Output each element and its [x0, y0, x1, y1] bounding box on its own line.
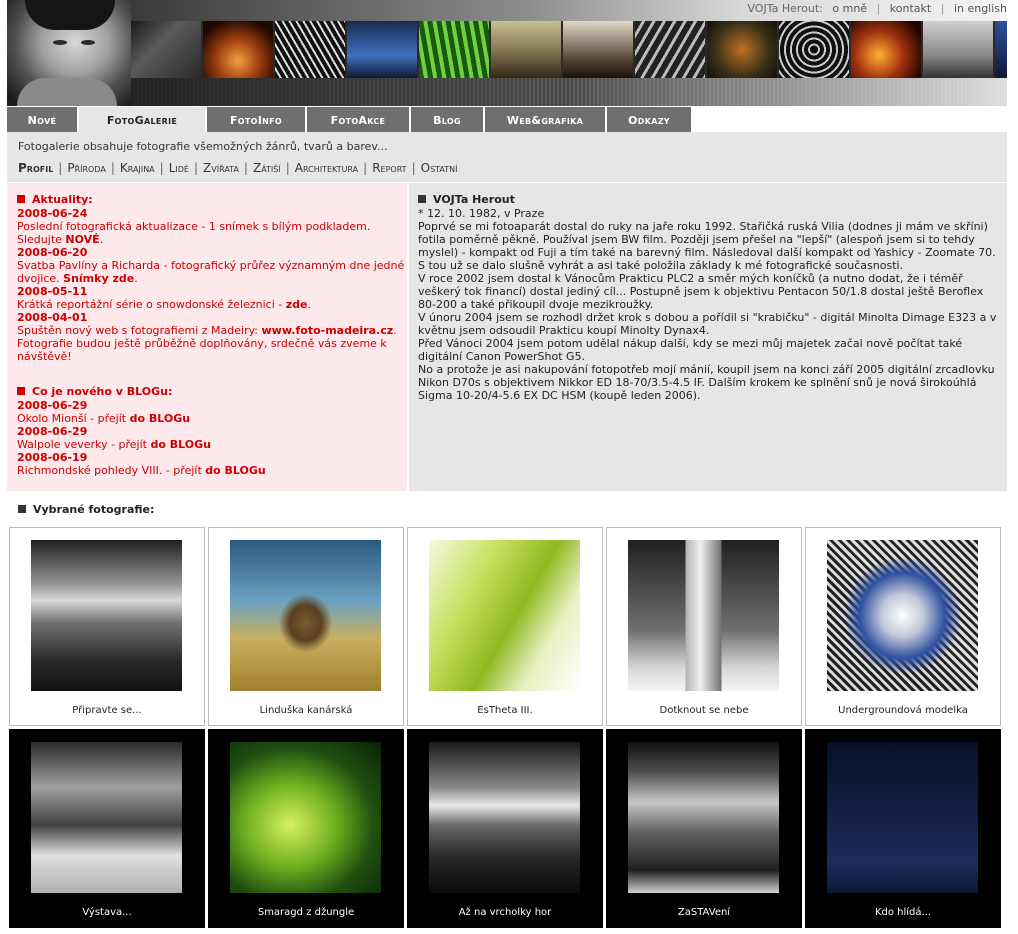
- photo-thumbnail[interactable]: [628, 742, 779, 893]
- portrait-photo: [7, 0, 131, 106]
- owner-label: VOJTa Herout:: [747, 2, 823, 15]
- bullet-square-icon: [418, 195, 426, 203]
- blog-item: Okolo Mionší - přejít do BLOGu: [17, 412, 191, 425]
- bio-paragraph: V roce 2002 jsem dostal k Vánocům Prakti…: [418, 272, 984, 311]
- news-link[interactable]: zde: [286, 298, 308, 311]
- blog-link[interactable]: do BLOGu: [150, 438, 210, 451]
- news-link[interactable]: NOVÉ: [65, 233, 99, 246]
- header-bottom-pattern: [131, 78, 1007, 106]
- photo-caption[interactable]: Kdo hlídá...: [806, 907, 1000, 918]
- gallery-title: Vybrané fotografie:: [18, 503, 154, 516]
- gallery-item[interactable]: ZaSTAVení: [606, 729, 802, 928]
- photo-caption[interactable]: EsTheta III.: [408, 705, 602, 716]
- news-link[interactable]: www.foto-madeira.cz: [262, 324, 394, 337]
- cat-zvirata[interactable]: Zvířata: [203, 161, 239, 175]
- news-date: 2008-04-01: [17, 311, 88, 324]
- bullet-square-icon: [17, 387, 25, 395]
- news-item: Svatba Pavlíny a Richarda - fotografický…: [17, 259, 405, 285]
- tab-nove[interactable]: Nové: [7, 107, 79, 132]
- news-item: Poslední fotografická aktualizace - 1 sn…: [17, 220, 371, 246]
- tab-webgrafika[interactable]: Web&grafika: [485, 107, 607, 132]
- bio-paragraph: V únoru 2004 jsem se rozhodl držet krok …: [418, 311, 997, 337]
- bio-paragraph: * 12. 10. 1982, v Praze: [418, 207, 545, 220]
- blog-date: 2008-06-29: [17, 425, 88, 438]
- photo-caption[interactable]: Dotknout se nebe: [607, 705, 801, 716]
- gallery-item[interactable]: Linduška kanárská: [208, 527, 404, 726]
- bullet-square-icon: [18, 505, 26, 513]
- gallery-item[interactable]: Až na vrcholky hor: [407, 729, 603, 928]
- bullet-square-icon: [17, 195, 25, 203]
- cat-zatisi[interactable]: Zátiší: [253, 161, 281, 175]
- news-item: Krátká reportážní série o snowdonské žel…: [17, 298, 311, 311]
- news-link[interactable]: Snímky zde: [63, 272, 134, 285]
- link-contact[interactable]: kontakt: [890, 2, 931, 15]
- photo-thumbnail[interactable]: [628, 540, 779, 691]
- cat-krajina[interactable]: Krajina: [120, 161, 155, 175]
- cat-lide[interactable]: Lidé: [169, 161, 189, 175]
- gallery-item[interactable]: Připravte se...: [9, 527, 205, 726]
- tab-fotoakce[interactable]: FotoAkce: [307, 107, 411, 132]
- gallery-item[interactable]: Kdo hlídá...: [805, 729, 1001, 928]
- blog-link[interactable]: do BLOGu: [205, 464, 265, 477]
- news-date: 2008-05-11: [17, 285, 88, 298]
- photo-thumbnail[interactable]: [429, 540, 580, 691]
- photo-caption[interactable]: Připravte se...: [10, 705, 204, 716]
- photo-thumbnail[interactable]: [230, 540, 381, 691]
- photo-thumbnail[interactable]: [827, 540, 978, 691]
- photo-caption[interactable]: Výstava...: [10, 907, 204, 918]
- cat-ostatni[interactable]: Ostatní: [421, 161, 458, 175]
- bio-title: VOJTa Herout: [418, 193, 997, 207]
- gallery-item[interactable]: Výstava...: [9, 729, 205, 928]
- news-date: 2008-06-20: [17, 246, 88, 259]
- photo-thumbnail[interactable]: [31, 540, 182, 691]
- cat-profil[interactable]: Profil: [18, 161, 53, 175]
- news-section: Aktuality: 2008-06-24 Poslední fotografi…: [17, 193, 407, 363]
- news-item: Spuštěn nový web s fotografiemi z Madeir…: [17, 324, 397, 363]
- blog-date: 2008-06-19: [17, 451, 88, 464]
- tab-blog[interactable]: Blog: [411, 107, 485, 132]
- gallery-item[interactable]: Dotknout se nebe: [606, 527, 802, 726]
- gallery-item[interactable]: Undergroundová modelka: [805, 527, 1001, 726]
- main-nav: Nové FotoGalerie FotoInfo FotoAkce Blog …: [7, 107, 1007, 134]
- link-english[interactable]: in english: [954, 2, 1007, 15]
- tab-fotoinfo[interactable]: FotoInfo: [207, 107, 307, 132]
- blog-item: Walpole veverky - přejít do BLOGu: [17, 438, 211, 451]
- category-menu: Profil | Příroda | Krajina | Lidé | Zvířata | Záti…: [18, 161, 458, 175]
- news-heading: Aktuality:: [17, 193, 407, 207]
- bio-panel: VOJTa Herout * 12. 10. 1982, v Praze Pop…: [409, 183, 1007, 491]
- blog-link[interactable]: do BLOGu: [130, 412, 190, 425]
- bio-paragraph: Před Vánoci 2004 jsem potom udělal nákup…: [418, 337, 963, 363]
- photo-thumbnail[interactable]: [230, 742, 381, 893]
- gallery-item[interactable]: EsTheta III.: [407, 527, 603, 726]
- cat-priroda[interactable]: Příroda: [67, 161, 106, 175]
- cat-report[interactable]: Report: [372, 161, 406, 175]
- photo-thumbnail[interactable]: [429, 742, 580, 893]
- gallery-item[interactable]: Smaragd z džungle: [208, 729, 404, 928]
- photo-thumbnail[interactable]: [827, 742, 978, 893]
- bio-paragraph: Poprvé se mi fotoaparát dostal do ruky n…: [418, 220, 996, 272]
- news-panel: Aktuality: 2008-06-24 Poslední fotografi…: [7, 183, 407, 491]
- tab-odkazy[interactable]: Odkazy: [607, 107, 693, 132]
- photo-caption[interactable]: Až na vrcholky hor: [408, 907, 602, 918]
- header-banner: VOJTa Herout: o mně | kontakt | in engli…: [7, 0, 1007, 106]
- photo-caption[interactable]: ZaSTAVení: [607, 907, 801, 918]
- intro-text: Fotogalerie obsahuje fotografie všemožný…: [18, 140, 388, 153]
- intro-panel: Fotogalerie obsahuje fotografie všemožný…: [7, 132, 1007, 182]
- blog-heading: Co je nového v BLOGu:: [17, 385, 407, 399]
- photo-gallery: Připravte se... Linduška kanárská EsThet…: [7, 525, 1007, 934]
- photo-strip: [131, 21, 1007, 78]
- blog-section: Co je nového v BLOGu: 2008-06-29 Okolo M…: [17, 385, 407, 477]
- link-about[interactable]: o mně: [832, 2, 867, 15]
- photo-thumbnail[interactable]: [31, 742, 182, 893]
- photo-caption[interactable]: Linduška kanárská: [209, 705, 403, 716]
- photo-caption[interactable]: Undergroundová modelka: [806, 705, 1000, 716]
- blog-date: 2008-06-29: [17, 399, 88, 412]
- tab-fotogalerie[interactable]: FotoGalerie: [79, 107, 207, 134]
- cat-architektura[interactable]: Architektura: [295, 161, 358, 175]
- blog-item: Richmondské pohledy VIII. - přejít do BL…: [17, 464, 266, 477]
- photo-caption[interactable]: Smaragd z džungle: [209, 907, 403, 918]
- top-links: VOJTa Herout: o mně | kontakt | in engli…: [747, 2, 1007, 15]
- bio-paragraph: No a protože je asi nakupování fotopotře…: [418, 363, 995, 402]
- news-date: 2008-06-24: [17, 207, 88, 220]
